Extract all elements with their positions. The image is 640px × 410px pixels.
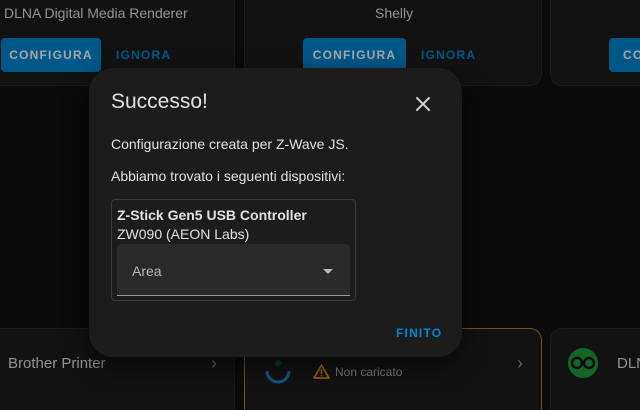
area-select[interactable]: Area — [117, 244, 350, 296]
device-entry: Z-Stick Gen5 USB Controller ZW090 (AEON … — [111, 199, 356, 301]
dialog-title: Successo! — [111, 90, 208, 113]
dropdown-arrow-icon — [323, 269, 333, 274]
close-button[interactable] — [411, 92, 435, 116]
area-select-label: Area — [132, 263, 162, 279]
finish-button[interactable]: FINITO — [396, 326, 442, 340]
devices-intro: Abbiamo trovato i seguenti dispositivi: — [111, 168, 346, 184]
config-success-dialog: Successo! Configurazione creata per Z-Wa… — [89, 68, 462, 357]
dialog-message: Configurazione creata per Z-Wave JS. — [111, 136, 349, 152]
device-model: ZW090 (AEON Labs) — [117, 226, 250, 242]
close-icon — [416, 97, 430, 111]
device-name: Z-Stick Gen5 USB Controller — [117, 207, 307, 223]
